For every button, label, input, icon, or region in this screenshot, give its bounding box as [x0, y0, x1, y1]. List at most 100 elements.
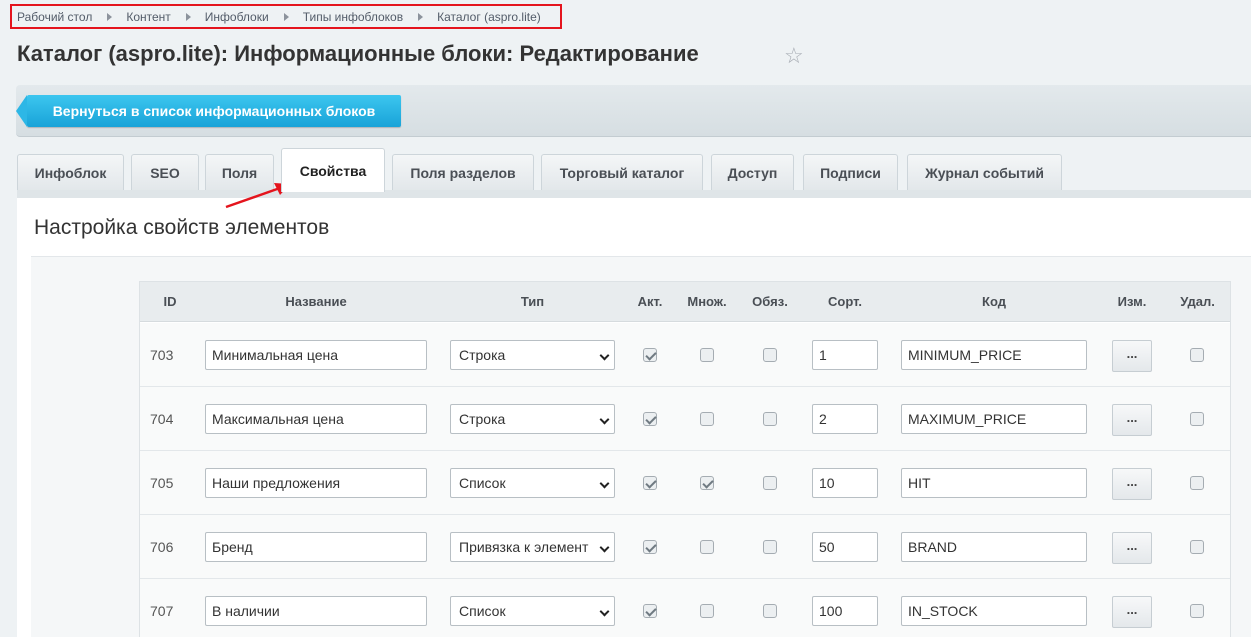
property-sort-input[interactable]: 2 [812, 404, 878, 434]
property-name-input[interactable]: Максимальная цена [205, 404, 427, 434]
multiple-checkbox[interactable] [700, 412, 714, 426]
property-id: 705 [150, 475, 174, 491]
header-multiple: Множ. [687, 294, 727, 309]
property-name-input[interactable]: В наличии [205, 596, 427, 626]
property-code-input[interactable]: HIT [901, 468, 1087, 498]
property-code-input[interactable]: BRAND [901, 532, 1087, 562]
breadcrumb-arrow-icon [185, 12, 191, 21]
property-name-input[interactable]: Минимальная цена [205, 340, 427, 370]
table-row: 705 Наши предложения Список 10 HIT... [140, 451, 1230, 515]
delete-checkbox[interactable] [1190, 412, 1204, 426]
active-checkbox[interactable] [643, 476, 657, 490]
multiple-checkbox[interactable] [700, 540, 714, 554]
property-id: 707 [150, 603, 174, 619]
chevron-down-icon [599, 542, 610, 553]
required-checkbox[interactable] [763, 348, 777, 362]
breadcrumb-item-iblocks[interactable]: Инфоблоки [205, 10, 269, 24]
required-checkbox[interactable] [763, 476, 777, 490]
table-header: ID Название Тип Акт. Множ. Обяз. Сорт. К… [140, 282, 1230, 322]
header-sort: Сорт. [828, 294, 862, 309]
tab-captions[interactable]: Подписи [803, 154, 898, 191]
active-checkbox[interactable] [643, 348, 657, 362]
chevron-down-icon [599, 414, 610, 425]
breadcrumb-item-iblock-types[interactable]: Типы инфоблоков [303, 10, 403, 24]
chevron-down-icon [599, 606, 610, 617]
table-row: 707 В наличии Список 100 IN_STOCK... [140, 579, 1230, 637]
property-code-input[interactable]: MINIMUM_PRICE [901, 340, 1087, 370]
tab-infoblock[interactable]: Инфоблок [17, 154, 124, 191]
header-delete: Удал. [1180, 294, 1215, 309]
property-id: 704 [150, 411, 174, 427]
property-name-input[interactable]: Наши предложения [205, 468, 427, 498]
back-to-list-button[interactable]: Вернуться в список информационных блоков [16, 95, 401, 127]
breadcrumb: Рабочий стол Контент Инфоблоки Типы инфо… [10, 4, 562, 29]
tab-event-log[interactable]: Журнал событий [907, 154, 1062, 191]
tab-seo[interactable]: SEO [131, 154, 199, 191]
breadcrumb-item-content[interactable]: Контент [126, 10, 170, 24]
multiple-checkbox[interactable] [700, 476, 714, 490]
breadcrumb-item-desktop[interactable]: Рабочий стол [17, 10, 92, 24]
breadcrumb-item-catalog[interactable]: Каталог (aspro.lite) [437, 10, 541, 24]
header-edit: Изм. [1117, 294, 1147, 309]
property-type-select[interactable]: Привязка к элемент [450, 532, 615, 562]
properties-table: ID Название Тип Акт. Множ. Обяз. Сорт. К… [139, 281, 1231, 637]
property-code-input[interactable]: IN_STOCK [901, 596, 1087, 626]
tab-trade-catalog[interactable]: Торговый каталог [541, 154, 703, 191]
property-sort-input[interactable]: 50 [812, 532, 878, 562]
delete-checkbox[interactable] [1190, 540, 1204, 554]
header-code: Код [982, 294, 1006, 309]
tab-section-fields[interactable]: Поля разделов [392, 154, 534, 191]
table-row: 704 Максимальная цена Строка 2 MAXIMUM_PRICE… [140, 387, 1230, 451]
property-name-input[interactable]: Бренд [205, 532, 427, 562]
tab-divider [17, 190, 1251, 198]
tab-bar: Инфоблок SEO Поля Свойства Поля разделов… [17, 148, 1251, 192]
property-type-select[interactable]: Строка [450, 340, 615, 370]
tab-fields[interactable]: Поля [205, 154, 274, 191]
property-type-value: Список [459, 603, 506, 619]
multiple-checkbox[interactable] [700, 348, 714, 362]
breadcrumb-arrow-icon [283, 12, 289, 21]
header-name: Название [285, 294, 347, 309]
chevron-down-icon [599, 478, 610, 489]
tab-properties[interactable]: Свойства [281, 148, 385, 192]
header-type: Тип [520, 294, 545, 309]
header-required: Обяз. [752, 294, 788, 309]
required-checkbox[interactable] [763, 412, 777, 426]
edit-property-button[interactable]: ... [1112, 404, 1152, 436]
header-id: ID [163, 294, 177, 309]
required-checkbox[interactable] [763, 540, 777, 554]
edit-property-button[interactable]: ... [1112, 596, 1152, 628]
section-title: Настройка свойств элементов [34, 216, 330, 239]
property-type-value: Список [459, 475, 506, 491]
edit-property-button[interactable]: ... [1112, 340, 1152, 372]
property-sort-input[interactable]: 100 [812, 596, 878, 626]
active-checkbox[interactable] [643, 412, 657, 426]
table-row: 706 Бренд Привязка к элемент 50 BRAND... [140, 515, 1230, 579]
property-type-select[interactable]: Строка [450, 404, 615, 434]
property-sort-input[interactable]: 1 [812, 340, 878, 370]
delete-checkbox[interactable] [1190, 348, 1204, 362]
star-favorite-icon[interactable]: ☆ [784, 43, 804, 69]
active-checkbox[interactable] [643, 540, 657, 554]
property-type-value: Привязка к элемент [459, 539, 589, 555]
property-type-select[interactable]: Список [450, 596, 615, 626]
delete-checkbox[interactable] [1190, 476, 1204, 490]
property-type-value: Строка [459, 411, 506, 427]
property-code-input[interactable]: MAXIMUM_PRICE [901, 404, 1087, 434]
edit-property-button[interactable]: ... [1112, 532, 1152, 564]
toolbar: Вернуться в список информационных блоков [16, 85, 1251, 137]
tab-content: Настройка свойств элементов ID Название … [17, 198, 1251, 637]
multiple-checkbox[interactable] [700, 604, 714, 618]
property-sort-input[interactable]: 10 [812, 468, 878, 498]
chevron-down-icon [599, 350, 610, 361]
edit-property-button[interactable]: ... [1112, 468, 1152, 500]
tab-access[interactable]: Доступ [711, 154, 794, 191]
header-active: Акт. [637, 294, 663, 309]
active-checkbox[interactable] [643, 604, 657, 618]
property-id: 703 [150, 347, 174, 363]
delete-checkbox[interactable] [1190, 604, 1204, 618]
properties-panel: ID Название Тип Акт. Множ. Обяз. Сорт. К… [31, 256, 1251, 637]
table-row: 703 Минимальная цена Строка 1 MINIMUM_PRICE.… [140, 323, 1230, 387]
property-type-select[interactable]: Список [450, 468, 615, 498]
required-checkbox[interactable] [763, 604, 777, 618]
